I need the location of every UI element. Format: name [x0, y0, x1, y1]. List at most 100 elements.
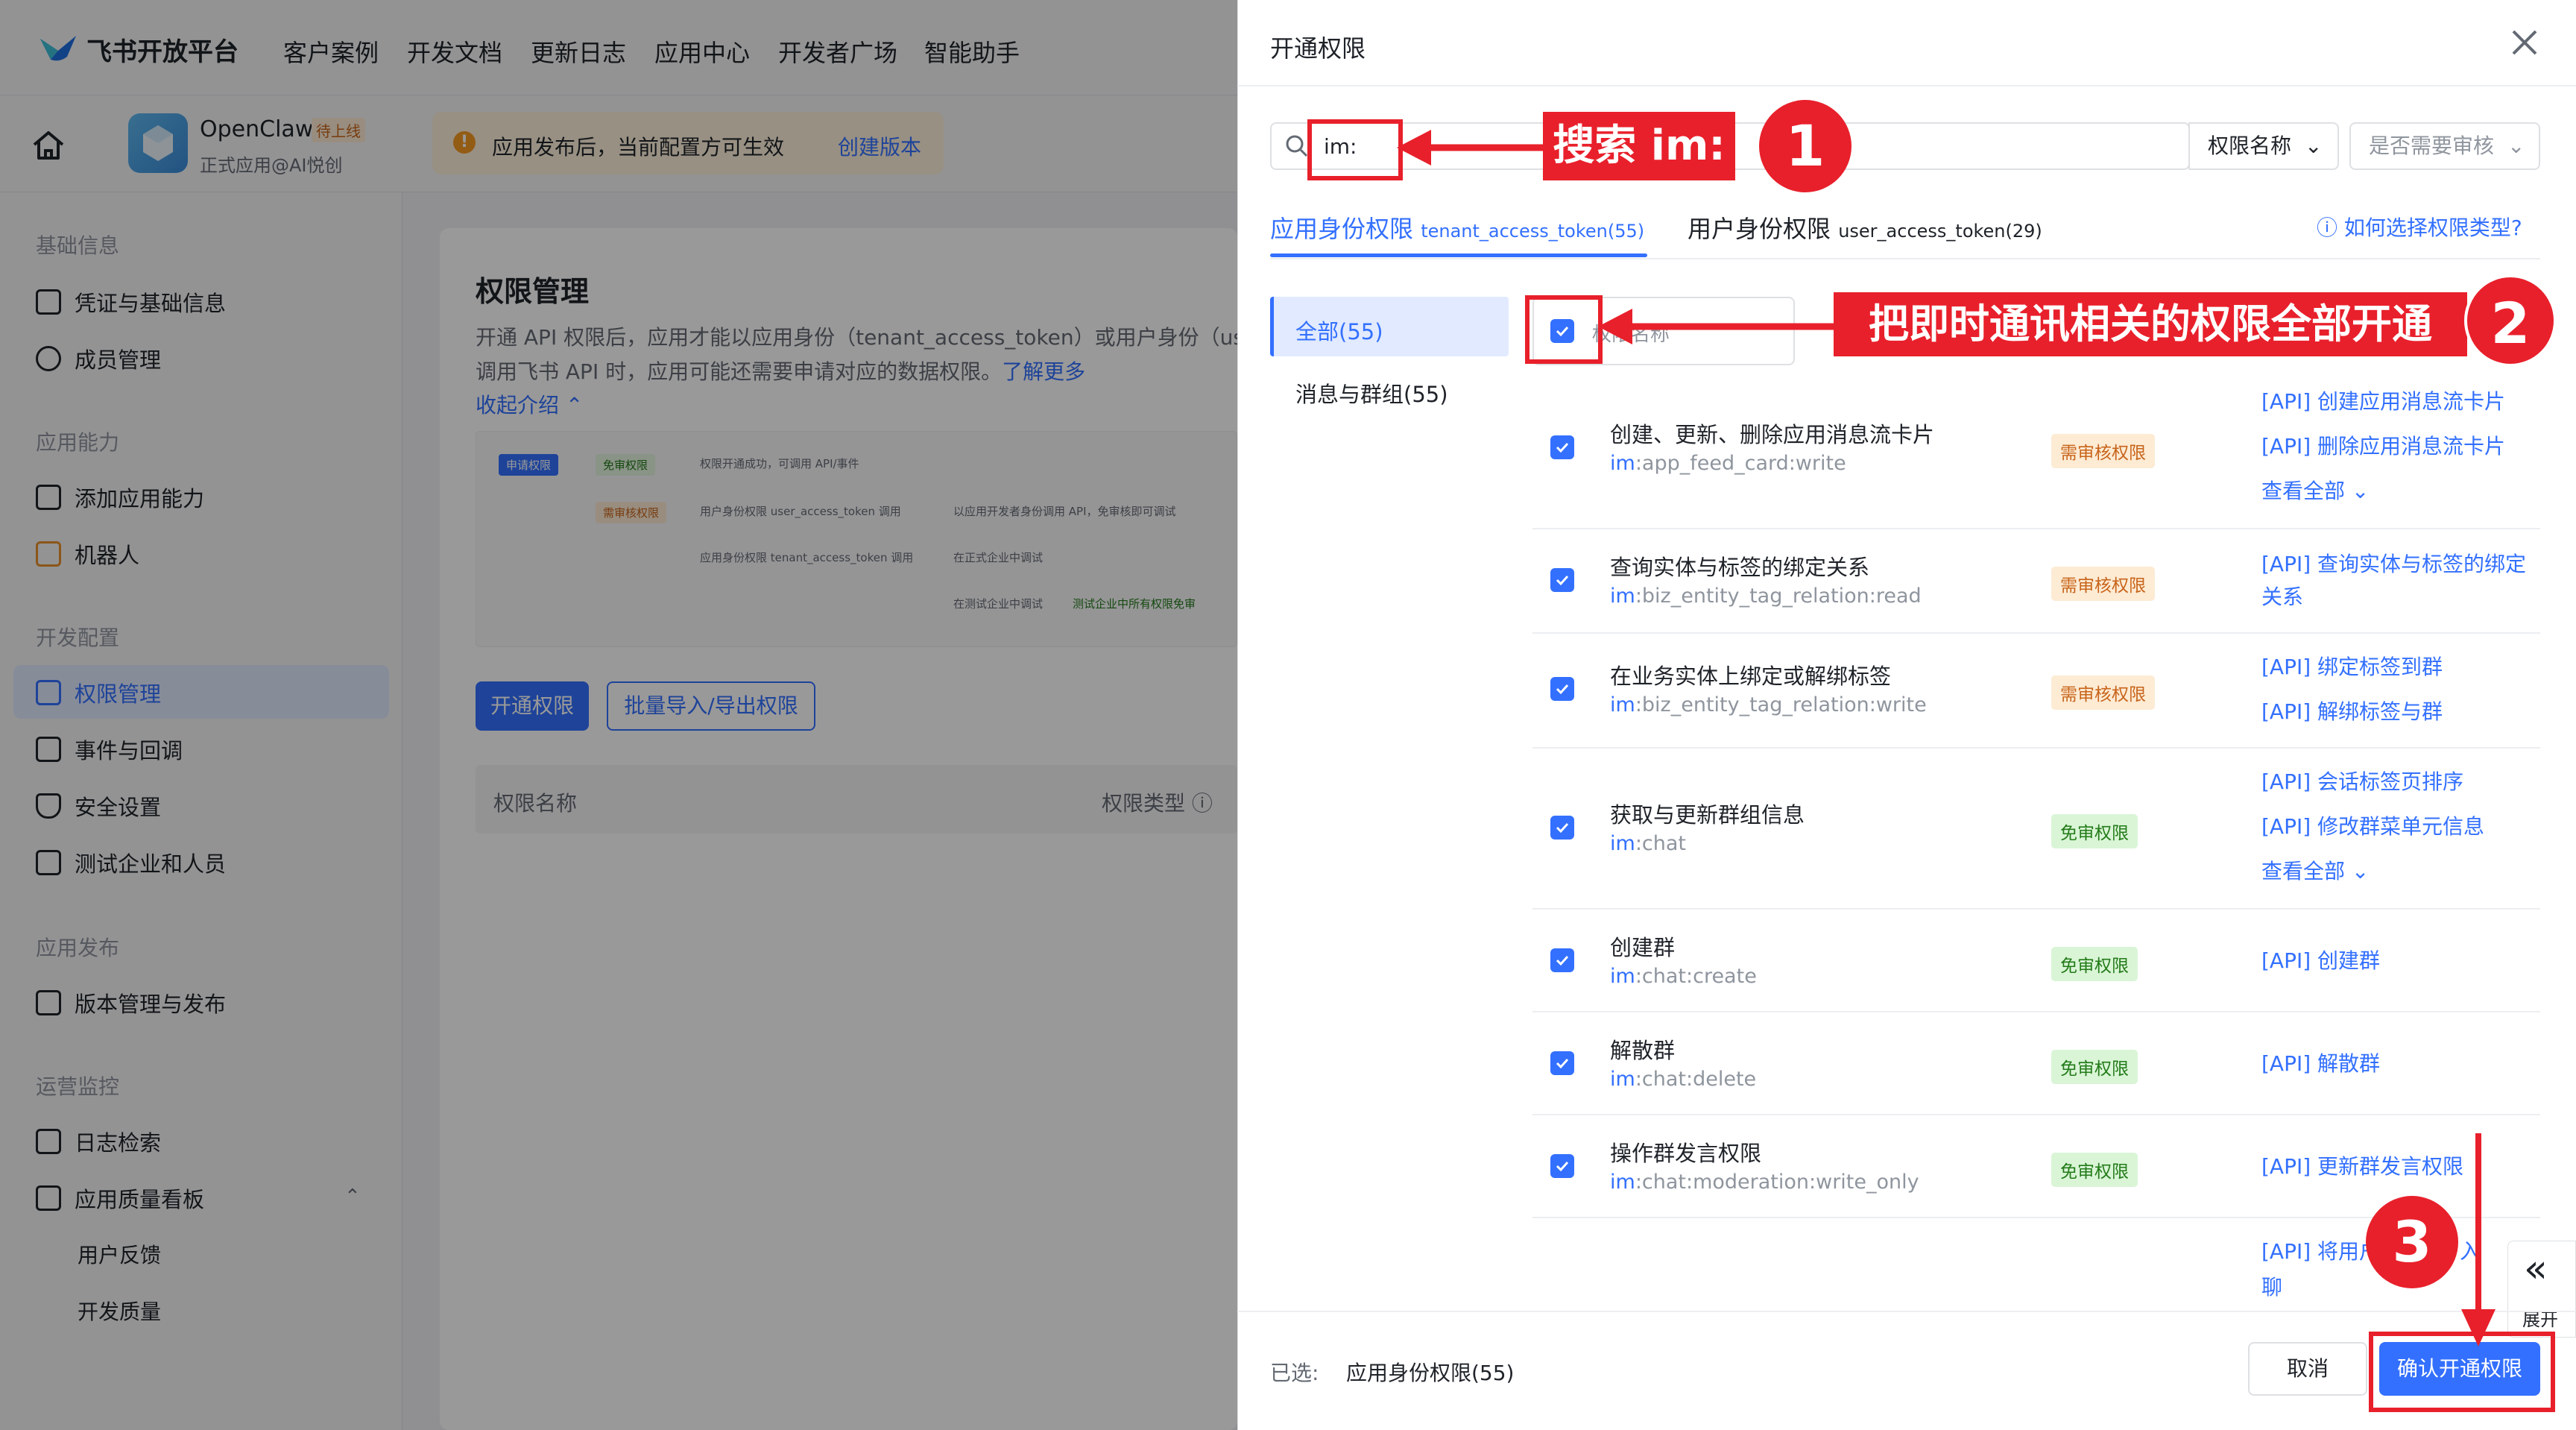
free-tag: 免审权限: [2051, 1050, 2138, 1084]
permission-code: im:biz_entity_tag_relation:read: [1610, 585, 1922, 608]
chevron-down-icon: ⌄: [2305, 133, 2323, 158]
code-rest: :chat:moderation:write_only: [1635, 1171, 1919, 1194]
annotation-box-search: [1307, 119, 1403, 180]
permission-title: 操作群发言权限: [1610, 1141, 1762, 1166]
permission-type-help-link[interactable]: ⓘ 如何选择权限类型?: [2317, 212, 2522, 242]
api-link-partial[interactable]: 聊: [2261, 1272, 2282, 1303]
view-all-link[interactable]: 查看全部 ⌄: [2261, 856, 2369, 887]
permission-title: 查询实体与标签的绑定关系: [1610, 555, 1870, 580]
api-link[interactable]: [API] 查询实体与标签的绑定: [2261, 549, 2526, 580]
api-link[interactable]: [API] 更新群发言权限: [2261, 1151, 2463, 1182]
close-icon[interactable]: [2507, 25, 2542, 60]
permission-code: im:chat: [1610, 832, 1686, 855]
code-rest: :biz_entity_tag_relation:write: [1635, 693, 1927, 716]
permission-title: 创建群: [1610, 935, 1676, 960]
selected-label: 已选:: [1270, 1361, 1319, 1385]
code-rest: :chat:create: [1635, 965, 1757, 988]
code-rest: :chat:delete: [1635, 1068, 1757, 1091]
chevron-down-icon: ⌄: [2507, 133, 2525, 158]
filter-field-select[interactable]: 权限名称 ⌄: [2188, 122, 2339, 170]
cancel-button[interactable]: 取消: [2248, 1342, 2367, 1396]
divider: [1237, 85, 2576, 86]
row-checkbox[interactable]: [1550, 435, 1574, 459]
select-placeholder: 是否需要审核: [2369, 133, 2495, 158]
select-value: 权限名称: [2208, 133, 2292, 158]
annotation-step1-text: 搜索 im:: [1543, 112, 1735, 180]
api-link[interactable]: [API] 绑定标签到群: [2261, 652, 2443, 683]
api-link[interactable]: [API] 解绑标签与群: [2261, 696, 2443, 728]
selected-value: 应用身份权限(55): [1346, 1361, 1515, 1385]
code-rest: :chat: [1635, 832, 1686, 855]
code-prefix: im: [1610, 452, 1635, 475]
annotation-arrow-left: [1598, 309, 1841, 344]
api-link[interactable]: [API] 删除应用消息流卡片: [2261, 431, 2505, 462]
permission-code: im:chat:delete: [1610, 1068, 1756, 1091]
permission-code: im:app_feed_card:write: [1610, 452, 1846, 475]
api-link[interactable]: [API] 创建群: [2261, 945, 2380, 977]
annotation-step3-badge: 3: [2366, 1196, 2458, 1288]
search-icon: [1286, 135, 1308, 157]
code-prefix: im: [1610, 1171, 1635, 1194]
code-prefix: im: [1610, 693, 1635, 716]
view-all-link[interactable]: 查看全部 ⌄: [2261, 476, 2369, 507]
permission-code: im:chat:create: [1610, 965, 1757, 988]
code-prefix: im: [1610, 965, 1635, 988]
panel-title: 开通权限: [1270, 34, 1366, 63]
annotation-step2-badge: 2: [2464, 274, 2557, 367]
free-tag: 免审权限: [2051, 814, 2138, 848]
code-prefix: im: [1610, 585, 1635, 608]
row-divider: [1532, 908, 2540, 910]
category-all[interactable]: 全部(55): [1295, 315, 1383, 346]
tab-underline: [1270, 253, 1647, 257]
divider: [1237, 1311, 2576, 1312]
free-tag: 免审权限: [2051, 1153, 2138, 1187]
row-checkbox[interactable]: [1550, 1051, 1574, 1075]
api-link[interactable]: 关系: [2261, 582, 2303, 613]
tab-label: 应用身份权限: [1270, 215, 1414, 243]
code-prefix: im: [1610, 1068, 1635, 1091]
view-all-label: 查看全部: [2261, 479, 2346, 503]
modal-overlay[interactable]: [0, 0, 1237, 1430]
row-checkbox[interactable]: [1550, 948, 1574, 972]
api-link[interactable]: [API] 创建应用消息流卡片: [2261, 386, 2505, 418]
review-tag: 需审核权限: [2051, 434, 2155, 468]
tab-tenant-permissions[interactable]: 应用身份权限 tenant_access_token(55): [1270, 210, 1644, 245]
annotation-box-confirm: [2369, 1332, 2555, 1412]
help-label: 如何选择权限类型?: [2343, 215, 2522, 240]
api-link[interactable]: [API] 会话标签页排序: [2261, 766, 2463, 798]
chevron-down-icon: ⌄: [2345, 479, 2370, 503]
permission-title: 获取与更新群组信息: [1610, 802, 1805, 828]
permission-title: 解散群: [1610, 1038, 1676, 1063]
row-checkbox[interactable]: [1550, 677, 1574, 701]
review-tag: 需审核权限: [2051, 675, 2155, 710]
code-rest: :app_feed_card:write: [1635, 452, 1846, 475]
review-tag: 需审核权限: [2051, 567, 2155, 601]
code-prefix: im: [1610, 832, 1635, 855]
code-rest: :biz_entity_tag_relation:read: [1635, 585, 1922, 608]
annotation-arrow-down: [2461, 1133, 2496, 1346]
tab-sub: user_access_token(29): [1838, 221, 2042, 242]
permission-code: im:chat:moderation:write_only: [1610, 1171, 1919, 1194]
double-chevron-left-icon: «: [2524, 1247, 2548, 1291]
annotation-step1-badge: 1: [1759, 100, 1852, 192]
api-link[interactable]: [API] 解散群: [2261, 1048, 2380, 1080]
tab-user-permissions[interactable]: 用户身份权限 user_access_token(29): [1688, 210, 2042, 245]
row-divider: [1532, 1114, 2540, 1115]
row-checkbox[interactable]: [1550, 568, 1574, 592]
permission-title: 在业务实体上绑定或解绑标签: [1610, 664, 1892, 689]
annotation-step2-text: 把即时通讯相关的权限全部开通: [1834, 292, 2467, 356]
row-checkbox[interactable]: [1550, 1154, 1574, 1178]
category-messages-groups[interactable]: 消息与群组(55): [1295, 377, 1448, 409]
row-divider: [1532, 747, 2540, 749]
api-link[interactable]: [API] 修改群菜单元信息: [2261, 811, 2484, 842]
expand-label: 展开: [2522, 1309, 2558, 1330]
annotation-arrow-left: [1397, 130, 1550, 166]
api-link-partial[interactable]: [API] 将用户: [2261, 1236, 2380, 1267]
divider: [1270, 258, 2540, 259]
review-filter-select[interactable]: 是否需要审核 ⌄: [2349, 122, 2540, 170]
row-checkbox[interactable]: [1550, 816, 1574, 840]
permission-title: 创建、更新、删除应用消息流卡片: [1610, 422, 1935, 447]
tab-label: 用户身份权限: [1688, 215, 1831, 243]
help-circle-icon: ⓘ: [2317, 215, 2344, 240]
view-all-label: 查看全部: [2261, 859, 2346, 883]
